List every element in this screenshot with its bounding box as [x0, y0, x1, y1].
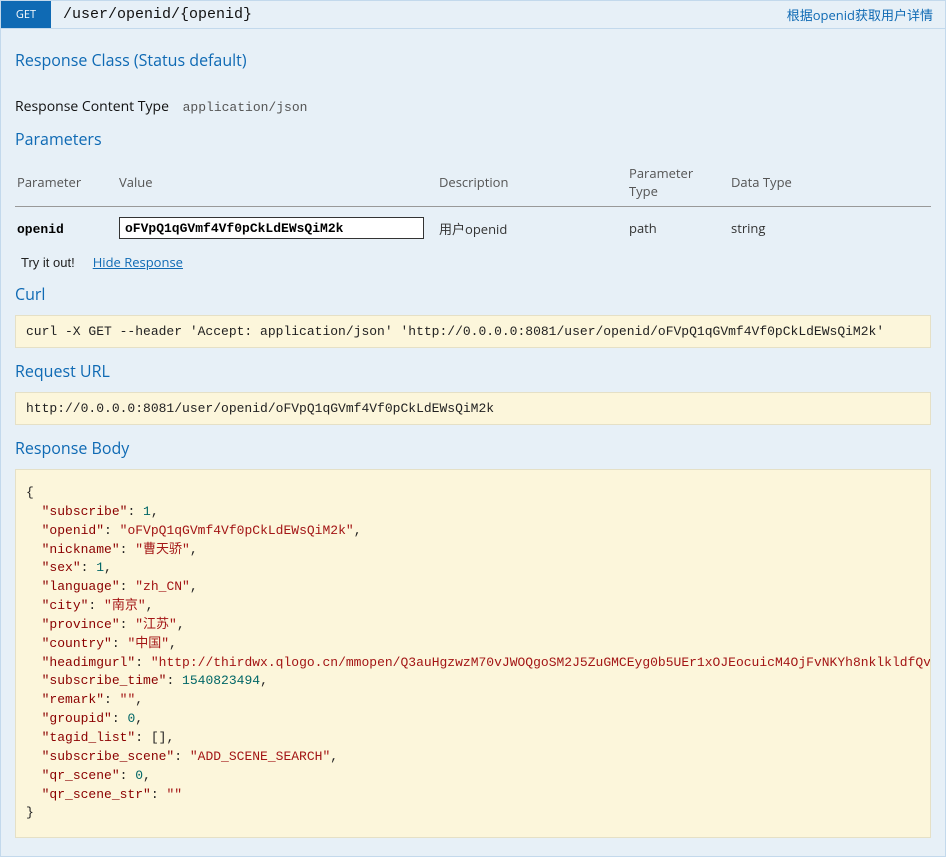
parameters-table: Parameter Value Description Parameter Ty…: [15, 160, 931, 247]
response-content-type-value: application/json: [183, 100, 308, 115]
th-param-type: Parameter Type: [627, 160, 729, 207]
endpoint-summary: 根据openid获取用户详情: [787, 5, 945, 24]
response-body-block: { "subscribe": 1, "openid": "oFVpQ1qGVmf…: [15, 469, 931, 838]
curl-command-block: curl -X GET --header 'Accept: applicatio…: [15, 315, 931, 348]
param-description: 用户openid: [437, 207, 627, 248]
parameters-heading: Parameters: [15, 128, 931, 150]
try-it-button[interactable]: Try it out!: [21, 255, 75, 270]
response-body-heading: Response Body: [15, 437, 931, 459]
response-class-heading: Response Class (Status default): [15, 49, 931, 71]
th-value: Value: [117, 160, 437, 207]
request-url-block: http://0.0.0.0:8081/user/openid/oFVpQ1qG…: [15, 392, 931, 425]
operation-content: Response Class (Status default) Response…: [1, 29, 945, 856]
param-value-input[interactable]: [119, 217, 424, 239]
method-badge: GET: [1, 1, 51, 28]
th-description: Description: [437, 160, 627, 207]
param-name: openid: [17, 222, 64, 237]
curl-heading: Curl: [15, 283, 931, 305]
endpoint-path: /user/openid/{openid}: [51, 6, 787, 23]
table-row: openid 用户openid path string: [15, 207, 931, 248]
th-parameter: Parameter: [15, 160, 117, 207]
api-operation: GET /user/openid/{openid} 根据openid获取用户详情…: [0, 0, 946, 857]
response-content-type-label: Response Content Type: [15, 97, 169, 116]
th-data-type: Data Type: [729, 160, 931, 207]
request-url-heading: Request URL: [15, 360, 931, 382]
param-datatype: string: [729, 207, 931, 248]
hide-response-link[interactable]: Hide Response: [93, 253, 183, 271]
actions-row: Try it out! Hide Response: [15, 253, 931, 271]
operation-header[interactable]: GET /user/openid/{openid} 根据openid获取用户详情: [1, 1, 945, 29]
param-type: path: [627, 207, 729, 248]
